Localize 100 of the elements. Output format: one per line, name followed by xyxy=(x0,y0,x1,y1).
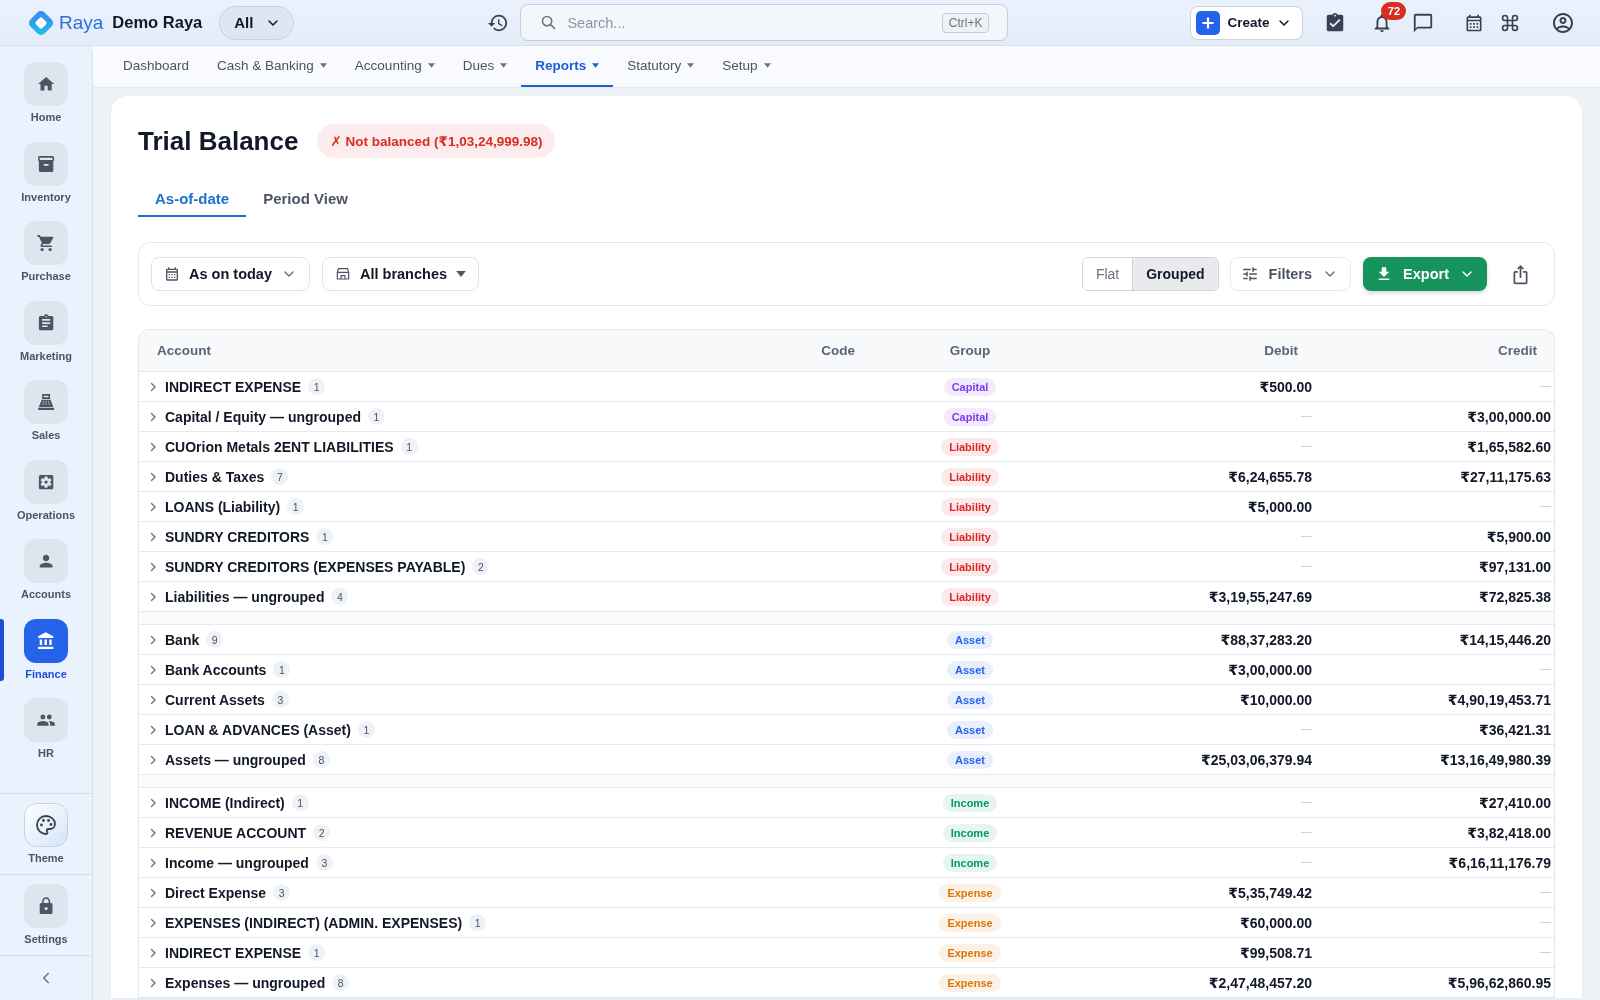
account-name: Bank Accounts xyxy=(165,661,267,678)
brand-name: Raya xyxy=(59,11,104,34)
column-header: Account xyxy=(156,343,212,358)
plus-icon xyxy=(1196,10,1221,35)
group-tag: Expense xyxy=(939,973,1001,992)
search-input[interactable]: Search... xyxy=(567,11,932,34)
group-tag: Asset xyxy=(947,750,993,769)
nav-tab[interactable]: Dues xyxy=(448,46,522,87)
credit-amount: ₹27,410.00 xyxy=(1478,794,1551,811)
account-count: 3 xyxy=(273,884,291,901)
cart-icon xyxy=(24,221,68,265)
account-name: REVENUE ACCOUNT xyxy=(165,824,307,841)
sidebar-item[interactable]: Accounts xyxy=(0,539,92,619)
empty-dash-icon xyxy=(1301,535,1312,538)
sidebar-item[interactable]: Operations xyxy=(0,459,92,539)
debit-amount: ₹10,000.00 xyxy=(1239,691,1312,708)
empty-dash-icon xyxy=(1540,921,1551,924)
debit-amount: ₹60,000.00 xyxy=(1239,914,1312,931)
empty-dash-icon xyxy=(1301,415,1312,418)
export-button[interactable]: Export xyxy=(1363,257,1487,291)
group-tag: Income xyxy=(942,793,998,812)
nav-tab[interactable]: Setup xyxy=(708,46,785,87)
group-tag: Liability xyxy=(941,467,999,486)
cash-register-icon xyxy=(24,380,68,424)
sidebar-item[interactable]: HR xyxy=(0,698,92,778)
account-count: 8 xyxy=(332,974,350,991)
debit-amount: ₹2,47,48,457.20 xyxy=(1208,974,1312,991)
account-count: 1 xyxy=(308,378,326,395)
date-dropdown[interactable]: As on today xyxy=(151,257,310,291)
group-tag: Liability xyxy=(941,437,999,456)
account-name: Expenses — ungrouped xyxy=(165,974,326,991)
sidebar-item[interactable]: Finance xyxy=(0,618,92,698)
account-name: EXPENSES (INDIRECT) (ADMIN. EXPENSES) xyxy=(165,914,463,931)
account-count: 3 xyxy=(315,854,333,871)
chat-icon[interactable] xyxy=(1412,11,1435,34)
sidebar-item[interactable]: Sales xyxy=(0,380,92,460)
empty-dash-icon xyxy=(1301,831,1312,834)
account-count: 2 xyxy=(313,824,331,841)
account-name: CUOrion Metals 2ENT LIABILITIES xyxy=(165,438,394,455)
account-name: INDIRECT EXPENSE xyxy=(165,944,302,961)
group-tag: Income xyxy=(942,853,998,872)
people-icon xyxy=(24,698,68,742)
sidebar-item[interactable]: Home xyxy=(0,62,92,142)
group-tag: Capital xyxy=(943,377,997,396)
account-count: 1 xyxy=(287,498,305,515)
credit-amount: ₹14,15,446.20 xyxy=(1459,631,1551,648)
empty-dash-icon xyxy=(1301,801,1312,804)
nav-tab[interactable]: Reports xyxy=(521,46,614,87)
user-avatar-icon[interactable] xyxy=(1551,10,1576,35)
empty-dash-icon xyxy=(1540,891,1551,894)
view-tab[interactable]: Period View xyxy=(246,181,365,217)
nav-tab[interactable]: Dashboard xyxy=(109,46,204,87)
credit-amount: ₹4,90,19,453.71 xyxy=(1447,691,1551,708)
account-count: 2 xyxy=(472,558,490,575)
nav-tab[interactable]: Accounting xyxy=(340,46,449,87)
sidebar-item[interactable]: Inventory xyxy=(0,141,92,221)
search-field[interactable]: Search... Ctrl+K xyxy=(520,4,1009,41)
create-button[interactable]: Create xyxy=(1190,5,1304,40)
sidebar-item[interactable]: Theme xyxy=(0,794,92,874)
sidebar-item[interactable]: Settings xyxy=(0,875,92,955)
nav-tab[interactable]: Cash & Banking xyxy=(203,46,341,87)
credit-amount: ₹3,82,418.00 xyxy=(1467,824,1551,841)
group-tag: Income xyxy=(942,823,998,842)
sidebar-item[interactable]: Purchase xyxy=(0,221,92,301)
filters-button[interactable]: Filters xyxy=(1229,257,1352,291)
sliders-icon xyxy=(1240,265,1259,283)
account-name: LOAN & ADVANCES (Asset) xyxy=(165,721,351,738)
credit-amount: ₹72,825.38 xyxy=(1478,588,1551,605)
debit-amount: ₹5,000.00 xyxy=(1247,498,1312,515)
nav-tab[interactable]: Statutory xyxy=(613,46,709,87)
account-count: 1 xyxy=(469,914,487,931)
group-tag: Expense xyxy=(939,883,1001,902)
empty-dash-icon xyxy=(1301,861,1312,864)
credit-amount: ₹5,96,62,860.95 xyxy=(1447,974,1551,991)
debit-amount: ₹25,03,06,379.94 xyxy=(1201,751,1312,768)
sidebar-item[interactable]: Marketing xyxy=(0,300,92,380)
calendar-icon[interactable] xyxy=(1464,12,1485,33)
account-count: 1 xyxy=(400,438,418,455)
branch-dropdown[interactable]: All branches xyxy=(322,257,479,291)
active-indicator xyxy=(0,618,4,681)
view-tab[interactable]: As-of-date xyxy=(138,181,247,217)
account-count: 9 xyxy=(206,631,224,648)
credit-amount: ₹13,16,49,980.39 xyxy=(1440,751,1551,768)
workspace-name: Demo Raya xyxy=(112,13,203,32)
group-tag: Asset xyxy=(947,720,993,739)
account-count: 1 xyxy=(273,661,291,678)
search-icon xyxy=(540,14,558,31)
view-mode-option[interactable]: Grouped xyxy=(1132,258,1218,290)
group-tag: Liability xyxy=(941,527,999,546)
store-icon xyxy=(335,266,351,282)
column-header: Code xyxy=(820,343,855,358)
account-count: 1 xyxy=(316,528,334,545)
group-tag: Liability xyxy=(941,557,999,576)
group-tag: Asset xyxy=(947,630,993,649)
scope-dropdown[interactable]: All xyxy=(219,5,295,40)
command-icon[interactable] xyxy=(1500,12,1521,33)
column-header: Debit xyxy=(1263,343,1299,358)
account-count: 1 xyxy=(291,794,309,811)
lock-icon xyxy=(24,884,68,928)
group-tag: Liability xyxy=(941,587,999,606)
